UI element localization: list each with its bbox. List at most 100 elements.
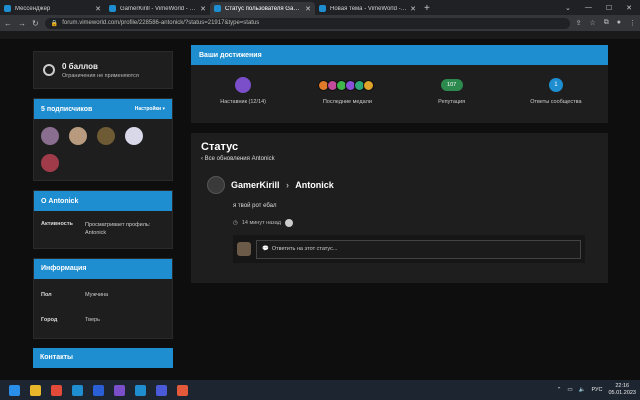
tab-label: Новая тема - VimeWorld - Фору...	[330, 5, 407, 12]
avatar[interactable]	[41, 127, 59, 145]
reply-input[interactable]: 💬 Ответить на этот статус...	[256, 239, 581, 259]
status-post: GamerKirill › Antonick	[207, 176, 598, 194]
chevron-up-icon[interactable]: ⌃	[557, 387, 562, 393]
clock[interactable]: 22:16 05.01.2023	[608, 383, 636, 397]
close-icon[interactable]: ✕	[410, 5, 416, 13]
reply-box: 💬 Ответить на этот статус...	[233, 235, 585, 263]
post-authors: GamerKirill › Antonick	[231, 180, 334, 190]
forward-icon[interactable]: →	[18, 19, 26, 28]
subscribers-header: 5 подписчиков Настройки ▾	[34, 99, 172, 119]
tab-messenger[interactable]: Мессенджер ✕	[0, 2, 105, 15]
minimize-icon[interactable]: —	[585, 4, 592, 12]
close-icon[interactable]: ✕	[95, 5, 101, 13]
star-icon[interactable]: ☆	[589, 19, 595, 27]
profile-icon[interactable]: ●	[617, 19, 621, 27]
rank-icon	[235, 77, 252, 93]
start-icon[interactable]	[9, 384, 20, 396]
chevron-left-icon: ‹	[201, 156, 203, 162]
city-value: Тверь	[85, 316, 100, 323]
volume-icon[interactable]: 🔈	[579, 387, 586, 393]
status-title: Статус	[201, 141, 239, 153]
tab-label: GamerKirill - VimeWorld - Фору...	[120, 5, 198, 12]
tab-gamerkirill[interactable]: GamerKirill - VimeWorld - Фору... ✕	[105, 2, 210, 15]
about-box: О Antonick Активность Просматривает проф…	[33, 190, 173, 249]
vimeworld-icon[interactable]	[135, 384, 146, 396]
file-explorer-icon[interactable]	[30, 384, 41, 396]
settings-dropdown[interactable]: Настройки ▾	[135, 106, 165, 112]
lock-icon: 🔒	[50, 20, 59, 27]
gender-key: Пол	[41, 291, 52, 298]
chrome-icon[interactable]	[51, 384, 62, 396]
contacts-header: Контакты	[33, 347, 173, 368]
rank-item[interactable]: Наставник (12/14)	[198, 76, 288, 105]
avatar[interactable]	[41, 154, 59, 172]
tab-favicon	[214, 5, 221, 12]
reputation-item[interactable]: 107 Репутация	[407, 76, 497, 105]
city-row: Город Тверь	[34, 305, 172, 338]
close-window-icon[interactable]: ✕	[626, 4, 632, 12]
author-link[interactable]: GamerKirill	[231, 180, 280, 190]
app-icon[interactable]	[177, 384, 188, 396]
points-subtitle: Ограничения не применяются	[62, 72, 139, 79]
tab-favicon	[4, 5, 11, 12]
page-content: 0 баллов Ограничения не применяются 5 по…	[0, 31, 640, 380]
gender-row: Пол Мужчина	[34, 279, 172, 305]
system-tray: ⌃ ▭ 🔈 РУС 22:16 05.01.2023	[557, 383, 636, 397]
activity-value: Просматривает профиль: Antonick	[85, 222, 151, 237]
reaction-icon[interactable]	[284, 219, 293, 227]
info-header: Информация	[34, 258, 172, 279]
new-tab-button[interactable]: +	[424, 3, 430, 15]
tab-new-topic[interactable]: Новая тема - VimeWorld - Фору... ✕	[315, 2, 420, 15]
url-field[interactable]: 🔒 forum.vimeworld.com/profile/228586-ant…	[44, 17, 570, 29]
avatar[interactable]	[97, 127, 115, 145]
menu-icon[interactable]: ⋮	[629, 19, 636, 27]
tab-favicon	[319, 5, 326, 12]
medal-icon	[363, 79, 375, 91]
medals-row	[318, 76, 375, 94]
extensions-icon[interactable]: ⧉	[604, 19, 609, 27]
discord-icon[interactable]	[156, 384, 167, 396]
subscribers-list	[34, 119, 172, 180]
avatar[interactable]	[125, 127, 143, 145]
close-icon[interactable]: ✕	[305, 5, 311, 13]
tab-status[interactable]: Статус пользователя GamerKirill... ✕	[210, 2, 315, 15]
medals-item[interactable]: Последние медали	[302, 76, 392, 105]
language-indicator[interactable]: РУС	[591, 387, 602, 393]
clock-date: 05.01.2023	[608, 390, 636, 396]
recipient-link[interactable]: Antonick	[295, 180, 334, 190]
main-column: Ваши достижения Наставник (12/14) Послед…	[191, 45, 608, 283]
avatar[interactable]	[207, 176, 225, 194]
gender-value: Мужчина	[85, 291, 109, 298]
back-link-label: Все обновления Antonick	[204, 156, 275, 162]
maximize-icon[interactable]: ☐	[606, 4, 612, 12]
contacts-box: Контакты	[33, 347, 173, 368]
activity-key: Активность	[41, 221, 73, 227]
back-link[interactable]: ‹ Все обновления Antonick	[201, 156, 598, 162]
points-ring-icon	[43, 64, 55, 76]
reload-icon[interactable]: ↻	[32, 19, 39, 28]
answers-item[interactable]: 1 Ответы сообщества	[511, 76, 601, 105]
launcher-icon[interactable]	[93, 384, 104, 396]
share-icon[interactable]: ⇪	[576, 19, 582, 27]
status-time[interactable]: 14 минут назад	[242, 220, 281, 226]
comment-icon: 💬	[262, 246, 269, 252]
avatar[interactable]	[69, 127, 87, 145]
tab-favicon	[109, 5, 116, 12]
back-icon[interactable]: ←	[4, 19, 12, 28]
answers-label: Ответы сообщества	[530, 99, 582, 105]
close-icon[interactable]: ✕	[200, 5, 206, 13]
medals-label: Последние медали	[322, 99, 372, 105]
address-bar: ← → ↻ 🔒 forum.vimeworld.com/profile/2285…	[0, 15, 640, 31]
chevron-down-icon[interactable]: ⌄	[565, 4, 571, 12]
status-panel: Статус ‹ Все обновления Antonick GamerKi…	[191, 133, 608, 283]
reputation-badge: 107	[440, 79, 463, 91]
window-controls: ⌄ — ☐ ✕	[557, 4, 640, 15]
browser-tab-bar: Мессенджер ✕ GamerKirill - VimeWorld - Ф…	[0, 0, 640, 15]
answers-badge: 1	[548, 78, 563, 92]
profile-sidebar: 0 баллов Ограничения не применяются 5 по…	[33, 51, 173, 377]
avatar	[237, 242, 251, 256]
vimeworld-icon[interactable]	[72, 384, 83, 396]
app-icon[interactable]	[114, 384, 125, 396]
network-icon[interactable]: ▭	[567, 387, 572, 393]
city-key: Город	[41, 316, 58, 323]
